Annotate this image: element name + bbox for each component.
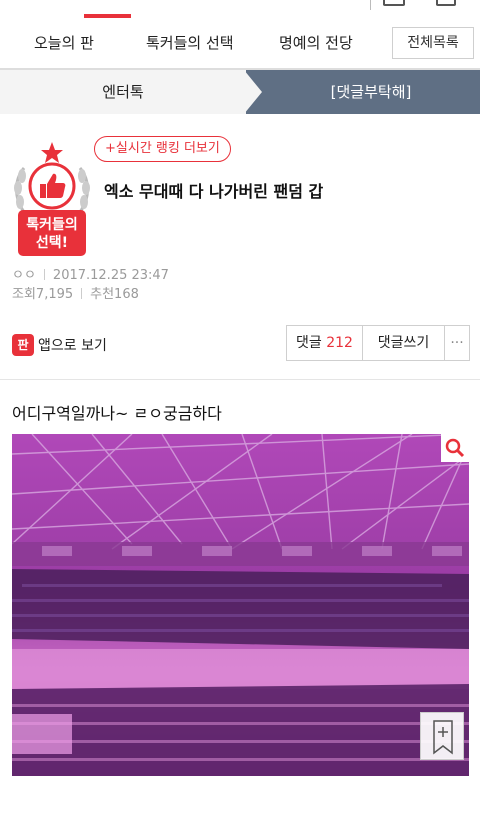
- post-body-text: 어디구역일까나~ ㄹㅇ궁금하다: [12, 404, 222, 423]
- more-options-button[interactable]: ···: [445, 326, 469, 360]
- recommend-count: 추천168: [90, 287, 139, 302]
- badge-line2: 선택!: [35, 235, 69, 251]
- realtime-ranking-link[interactable]: +실시간 랭킹 더보기: [94, 136, 231, 162]
- category-enter-talk[interactable]: 엔터톡: [0, 70, 246, 114]
- post-image[interactable]: [12, 434, 469, 776]
- nav-item-hall-of-fame[interactable]: 명예의 전당: [279, 18, 353, 68]
- badge-line1: 톡커들의: [26, 217, 78, 233]
- write-comment-button[interactable]: 댓글쓰기: [363, 326, 445, 360]
- post-header: 톡커들의 선택! +실시간 랭킹 더보기 엑소 무대때 다 나가버린 팬덤 갑 …: [0, 114, 480, 380]
- edit-icon[interactable]: [436, 0, 456, 6]
- category-arrow: [244, 70, 262, 114]
- arena-photo: [12, 434, 469, 776]
- post-meta-line1: ㅇㅇ 2017.12.25 23:47: [12, 264, 169, 283]
- tray-icon[interactable]: [383, 0, 405, 6]
- post-author[interactable]: ㅇㅇ: [12, 268, 36, 283]
- all-list-button[interactable]: 전체목록: [392, 27, 474, 59]
- comments-label: 댓글: [296, 335, 322, 351]
- post-title: 엑소 무대때 다 나가버린 팬덤 갑: [104, 182, 324, 201]
- divider: [43, 269, 45, 280]
- post-date: 2017.12.25 23:47: [52, 268, 169, 283]
- zoom-button[interactable]: [441, 434, 469, 462]
- comments-count: 212: [326, 335, 353, 351]
- open-in-app-label: 앱으로 보기: [38, 338, 107, 354]
- search-icon: [445, 438, 465, 458]
- view-count: 조회7,195: [12, 287, 74, 302]
- comments-button[interactable]: 댓글 212: [287, 326, 363, 360]
- bookmark-add-icon: [433, 720, 453, 755]
- post-meta-line2: 조회7,195 추천168: [12, 283, 139, 302]
- category-bar: 엔터톡 [댓글부탁해]: [0, 70, 480, 114]
- nav-item-today[interactable]: 오늘의 판: [34, 18, 94, 68]
- divider: [370, 0, 371, 10]
- comment-actions: 댓글 212 댓글쓰기 ···: [286, 325, 470, 361]
- talker-choice-badge: 톡커들의 선택!: [10, 140, 94, 256]
- open-in-app-button[interactable]: 판 앱으로 보기: [12, 332, 107, 358]
- nav-item-talker-choice[interactable]: 톡커들의 선택: [146, 18, 234, 68]
- top-app-bar: [0, 0, 480, 18]
- category-request-comment[interactable]: [댓글부탁해]: [262, 70, 480, 114]
- bookmark-add-button[interactable]: [420, 712, 464, 760]
- app-logo-icon: 판: [12, 334, 34, 356]
- main-nav: 오늘의 판 톡커들의 선택 명예의 전당 전체목록: [0, 18, 480, 70]
- divider: [81, 288, 83, 299]
